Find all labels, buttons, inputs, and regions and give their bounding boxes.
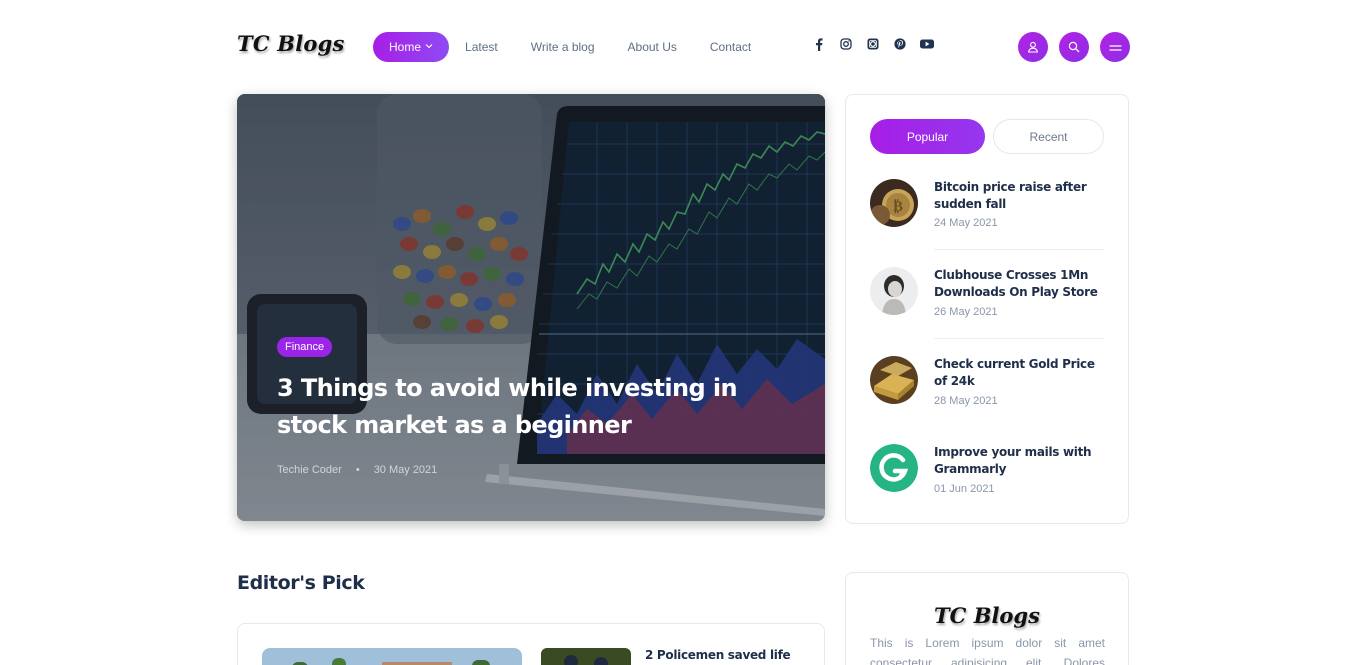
- editors-pick-card: 2 Policemen saved life: [237, 623, 825, 665]
- section-title-editors-pick: Editor's Pick: [237, 572, 365, 594]
- nav-item-home[interactable]: Home: [373, 32, 450, 62]
- nav-item-label: Home: [389, 40, 422, 54]
- post-date: 28 May 2021: [934, 395, 998, 407]
- search-icon: [1068, 38, 1080, 57]
- chevron-down-icon: [425, 42, 433, 52]
- nav-item-about-us[interactable]: About Us: [628, 40, 677, 54]
- pinterest-icon[interactable]: [893, 36, 907, 52]
- post-date: 26 May 2021: [934, 306, 998, 318]
- category-badge[interactable]: Finance: [277, 337, 333, 357]
- user-button[interactable]: [1018, 32, 1048, 62]
- divider: [934, 338, 1104, 339]
- menu-icon: [1109, 38, 1122, 57]
- instagram-alt-icon[interactable]: [866, 36, 880, 52]
- svg-text:₿: ₿: [893, 197, 903, 215]
- post-date: 24 May 2021: [934, 217, 998, 229]
- author-name[interactable]: Techie Coder: [277, 464, 342, 476]
- meta-separator: •: [355, 464, 360, 476]
- pick-post-title[interactable]: 2 Policemen saved life: [645, 648, 791, 662]
- post-title[interactable]: Check current Gold Price of 24k: [934, 356, 1106, 390]
- list-item[interactable]: Check current Gold Price of 24k 28 May 2…: [870, 356, 1106, 436]
- clubhouse-thumbnail: [870, 267, 918, 315]
- main-nav: Home Latest Write a blog About Us Contac…: [373, 32, 784, 62]
- featured-post-meta: Techie Coder • 30 May 2021: [277, 464, 437, 476]
- about-text: This is Lorem ipsum dolor sit amet conse…: [870, 636, 1105, 665]
- social-links: [812, 36, 947, 52]
- facebook-icon[interactable]: [812, 36, 826, 52]
- popular-recent-widget: Popular Recent ₿ Bitcoin price raise aft…: [845, 94, 1129, 524]
- post-date: 01 Jun 2021: [934, 483, 995, 495]
- post-title[interactable]: Clubhouse Crosses 1Mn Downloads On Play …: [934, 267, 1106, 301]
- site-logo[interactable]: TC Blogs: [237, 31, 345, 56]
- nav-item-contact[interactable]: Contact: [710, 40, 751, 54]
- list-item[interactable]: Improve your mails with Grammarly 01 Jun…: [870, 444, 1106, 524]
- tab-recent[interactable]: Recent: [993, 119, 1104, 154]
- nav-item-write-a-blog[interactable]: Write a blog: [531, 40, 595, 54]
- list-item[interactable]: ₿ Bitcoin price raise after sudden fall …: [870, 179, 1106, 259]
- featured-post[interactable]: Finance 3 Things to avoid while investin…: [237, 94, 825, 521]
- list-item[interactable]: Clubhouse Crosses 1Mn Downloads On Play …: [870, 267, 1106, 347]
- search-button[interactable]: [1059, 32, 1089, 62]
- gold-thumbnail: [870, 356, 918, 404]
- bitcoin-thumbnail: ₿: [870, 179, 918, 227]
- nav-item-latest[interactable]: Latest: [465, 40, 498, 54]
- user-icon: [1027, 38, 1039, 57]
- post-date: 30 May 2021: [373, 464, 438, 476]
- divider: [934, 249, 1104, 250]
- featured-post-overlay: [237, 94, 825, 521]
- grammarly-thumbnail: [870, 444, 918, 492]
- youtube-icon[interactable]: [920, 36, 934, 52]
- instagram-icon[interactable]: [839, 36, 853, 52]
- about-widget: TC Blogs This is Lorem ipsum dolor sit a…: [845, 572, 1129, 665]
- about-logo: TC Blogs: [934, 603, 1040, 628]
- post-title[interactable]: Improve your mails with Grammarly: [934, 444, 1106, 478]
- pick-post-image[interactable]: [541, 648, 631, 665]
- pick-post-image[interactable]: [262, 648, 522, 665]
- tab-popular[interactable]: Popular: [870, 119, 985, 154]
- post-title[interactable]: Bitcoin price raise after sudden fall: [934, 179, 1106, 213]
- menu-button[interactable]: [1100, 32, 1130, 62]
- featured-post-title[interactable]: 3 Things to avoid while investing in sto…: [277, 370, 777, 444]
